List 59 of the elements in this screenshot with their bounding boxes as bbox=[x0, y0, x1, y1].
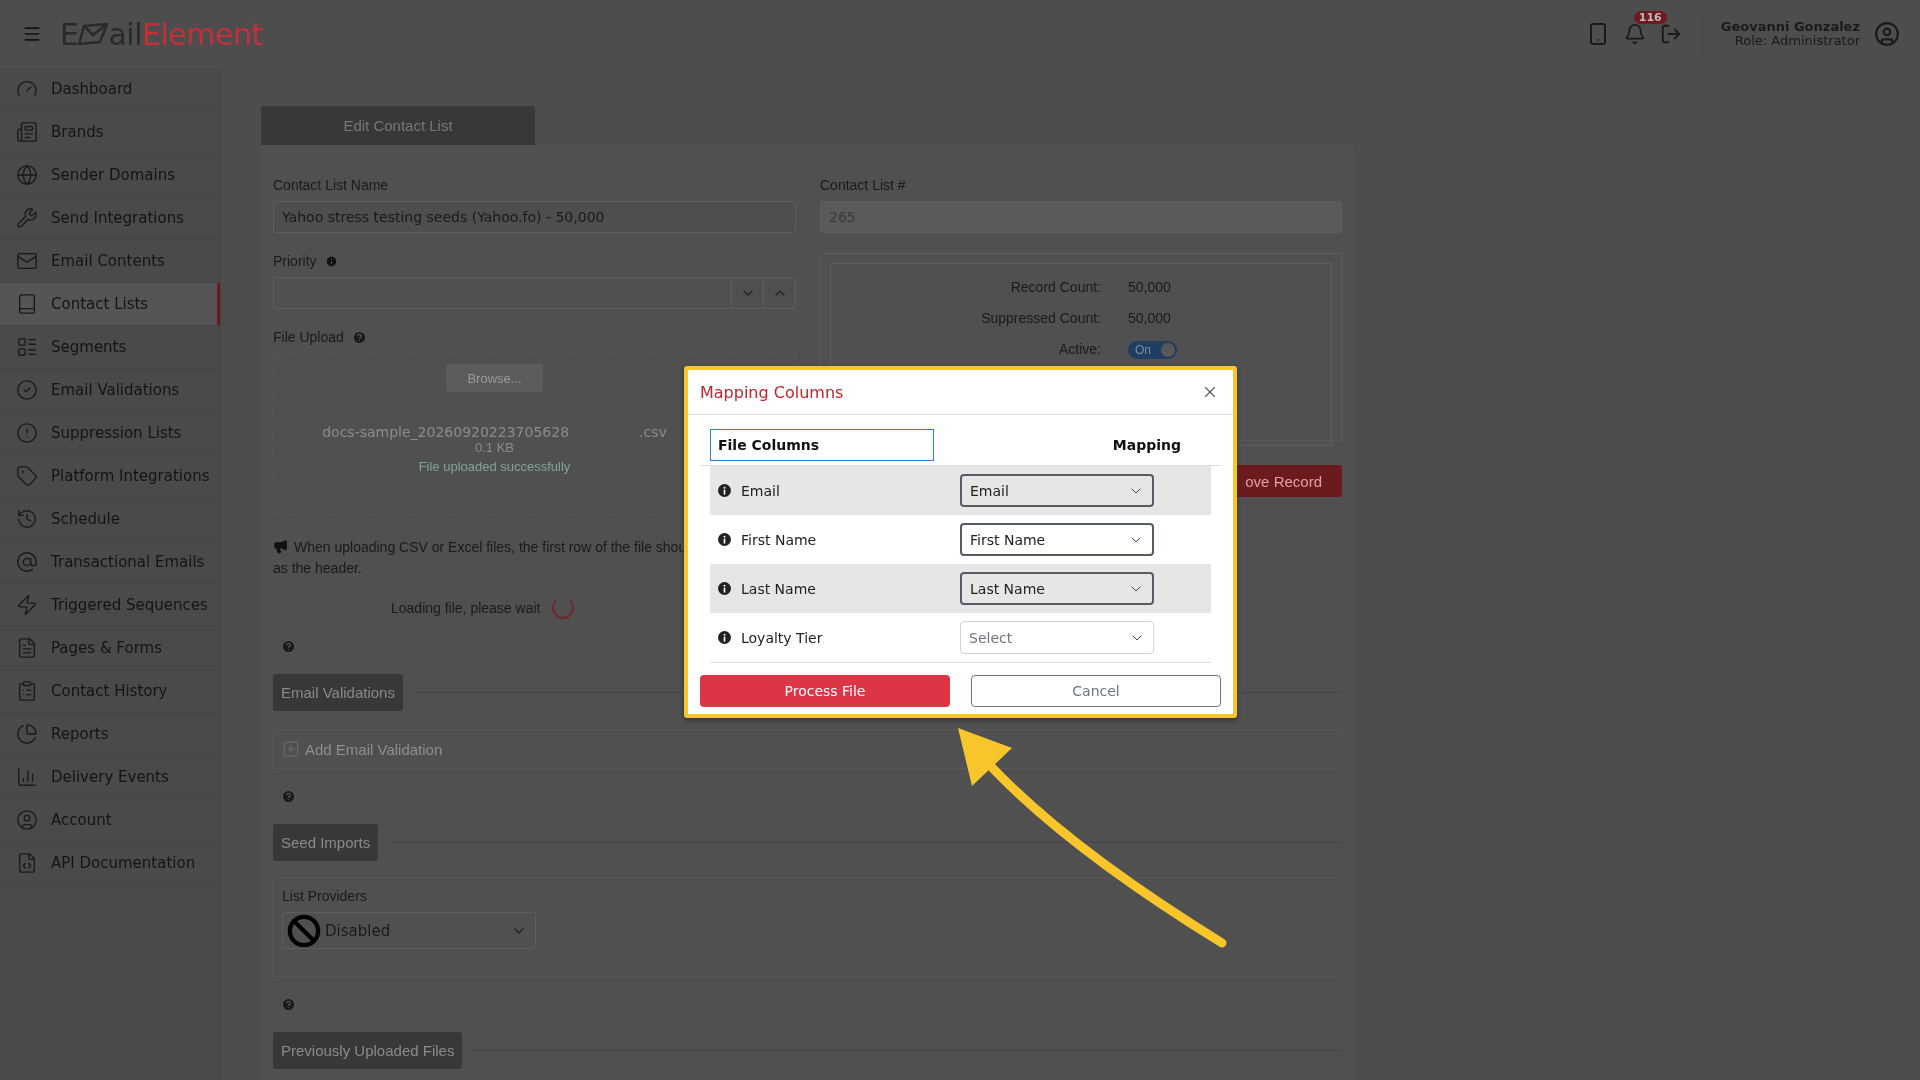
column-name: Loyalty Tier bbox=[741, 629, 823, 646]
mapping-select[interactable]: Email bbox=[960, 474, 1154, 507]
envelope-icon bbox=[16, 250, 38, 272]
info-icon bbox=[324, 254, 338, 268]
info-icon bbox=[718, 631, 731, 644]
bell-icon[interactable] bbox=[1623, 23, 1646, 45]
clipboard-icon bbox=[16, 680, 38, 702]
column-header: File Columns bbox=[710, 429, 934, 461]
tag-icon bbox=[16, 465, 38, 487]
code-document-icon bbox=[16, 852, 38, 874]
history-icon bbox=[16, 508, 38, 530]
sidebar-item[interactable]: Contact Lists bbox=[0, 283, 220, 326]
document-icon bbox=[16, 637, 38, 659]
help-icon[interactable] bbox=[281, 789, 296, 804]
browse-button[interactable]: Browse... bbox=[446, 364, 543, 392]
mapping-select[interactable]: Select bbox=[960, 621, 1154, 654]
process-file-button[interactable]: Process File bbox=[700, 675, 950, 707]
globe-icon bbox=[16, 164, 38, 186]
list-icon bbox=[16, 336, 38, 358]
info-icon bbox=[718, 484, 731, 497]
bar-chart-icon bbox=[16, 766, 38, 788]
at-sign-icon bbox=[16, 551, 38, 573]
column-name: Last Name bbox=[741, 580, 816, 597]
check-circle-icon bbox=[16, 379, 38, 401]
active-toggle[interactable]: On bbox=[1128, 341, 1177, 359]
priority-field[interactable] bbox=[273, 277, 796, 309]
alert-circle-icon bbox=[16, 422, 38, 444]
section-button[interactable]: Previously Uploaded Files bbox=[273, 1032, 463, 1069]
upload-status: File uploaded successfully bbox=[418, 459, 571, 474]
section-button[interactable]: Email Validations bbox=[273, 674, 403, 711]
tab[interactable]: Edit Contact List bbox=[261, 106, 535, 145]
column-name: First Name bbox=[741, 531, 817, 548]
file-size: 0.1 KB bbox=[475, 440, 514, 455]
help-icon[interactable] bbox=[351, 329, 367, 345]
mapping-select[interactable]: Last Name bbox=[960, 572, 1154, 605]
file-name: docs-sample_20260920223705628 bbox=[322, 424, 570, 440]
cancel-button[interactable]: Cancel bbox=[971, 675, 1221, 707]
file-extension: .csv bbox=[639, 424, 667, 440]
column-header: Mapping bbox=[1111, 437, 1182, 453]
section-button[interactable]: Seed Imports bbox=[273, 824, 379, 861]
add-validation-link[interactable]: Add Email Validation bbox=[282, 740, 443, 758]
ban-icon bbox=[287, 913, 321, 948]
user-circle-icon bbox=[16, 809, 38, 831]
logout-icon[interactable] bbox=[1659, 23, 1682, 45]
avatar-icon[interactable] bbox=[1874, 21, 1900, 47]
column-name: Email bbox=[741, 482, 780, 499]
book-icon bbox=[16, 293, 38, 315]
info-icon bbox=[718, 582, 731, 595]
pie-chart-icon bbox=[16, 723, 38, 745]
lightning-icon bbox=[16, 594, 38, 616]
mapping-select[interactable]: First Name bbox=[960, 523, 1154, 556]
wrench-icon bbox=[16, 207, 38, 229]
help-icon[interactable] bbox=[281, 997, 296, 1012]
megaphone-icon bbox=[273, 539, 288, 554]
help-icon[interactable] bbox=[281, 639, 296, 654]
notification-badge: 116 bbox=[1633, 11, 1667, 24]
newspaper-icon bbox=[16, 121, 38, 143]
info-icon bbox=[718, 533, 731, 546]
menu-icon[interactable] bbox=[22, 24, 42, 44]
